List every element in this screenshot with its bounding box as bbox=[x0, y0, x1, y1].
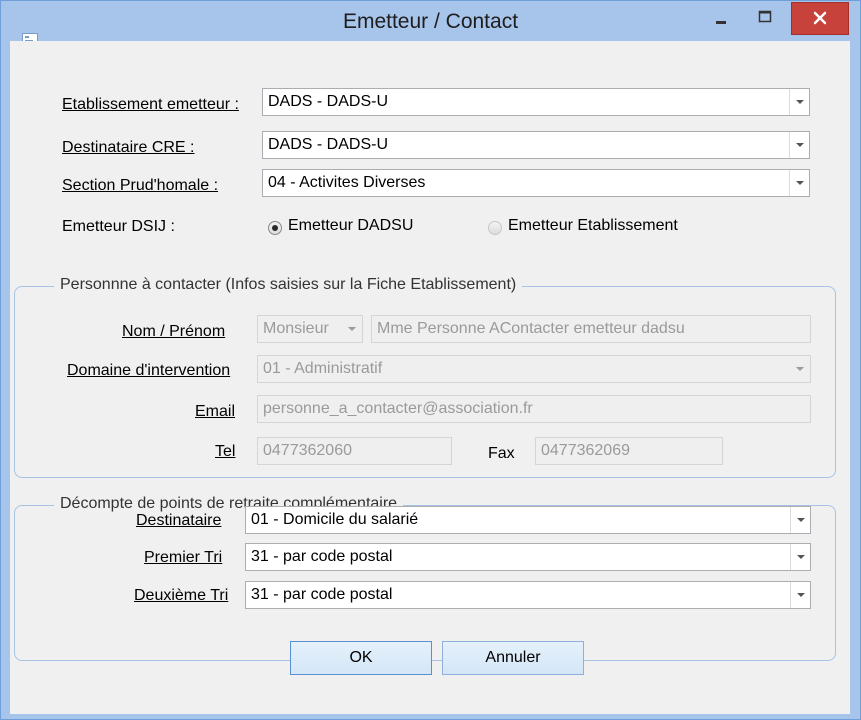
chevron-down-icon[interactable] bbox=[789, 170, 809, 196]
name-value: Mme Personne AContacter emetteur dadsu bbox=[377, 320, 685, 337]
deuxieme-tri-value: 31 - par code postal bbox=[251, 586, 393, 603]
deuxieme-tri-label: Deuxième Tri bbox=[134, 587, 229, 604]
radio-emetteur-dadsu[interactable] bbox=[268, 221, 282, 235]
chevron-down-icon[interactable] bbox=[789, 89, 809, 115]
maximize-icon[interactable] bbox=[751, 7, 779, 31]
email-input[interactable]: personne_a_contacter@association.fr bbox=[257, 395, 811, 423]
email-label: Email bbox=[195, 403, 236, 420]
deuxieme-tri-combo[interactable]: 31 - par code postal bbox=[245, 581, 811, 609]
section-label: Section Prud'homale : bbox=[62, 177, 219, 194]
radio-emetteur-dadsu-label[interactable]: Emetteur DADSU bbox=[288, 217, 413, 235]
destinataire-cre-value: DADS - DADS-U bbox=[268, 136, 389, 153]
etablissement-label: Etablissement emetteur : bbox=[62, 96, 239, 113]
destinataire-combo[interactable]: 01 - Domicile du salarié bbox=[245, 506, 811, 534]
minimize-icon[interactable] bbox=[707, 7, 735, 31]
domaine-combo[interactable]: 01 - Administratif bbox=[257, 355, 811, 383]
destinataire-value: 01 - Domicile du salarié bbox=[251, 511, 419, 528]
chevron-down-icon[interactable] bbox=[790, 356, 810, 382]
destinataire-label: Destinataire bbox=[136, 512, 222, 529]
fax-value: 0477362069 bbox=[541, 442, 630, 459]
tel-input[interactable]: 0477362060 bbox=[257, 437, 452, 465]
destinataire-cre-combo[interactable]: DADS - DADS-U bbox=[262, 131, 810, 159]
tel-value: 0477362060 bbox=[263, 442, 352, 459]
emetteur-dsij-label: Emetteur DSIJ : bbox=[62, 218, 175, 235]
radio-emetteur-etablissement[interactable] bbox=[488, 221, 502, 235]
domaine-label: Domaine d'intervention bbox=[67, 362, 231, 379]
fax-label: Fax bbox=[488, 445, 515, 462]
etablissement-value: DADS - DADS-U bbox=[268, 93, 389, 110]
dialog-client-area: Etablissement emetteur : DADS - DADS-U D… bbox=[10, 41, 850, 714]
chevron-down-icon[interactable] bbox=[790, 507, 810, 533]
civility-combo[interactable]: Monsieur bbox=[257, 315, 363, 343]
chevron-down-icon[interactable] bbox=[790, 582, 810, 608]
close-button[interactable] bbox=[791, 2, 849, 35]
fax-input[interactable]: 0477362069 bbox=[535, 437, 723, 465]
domaine-value: 01 - Administratif bbox=[263, 360, 383, 377]
radio-emetteur-etablissement-label[interactable]: Emetteur Etablissement bbox=[508, 217, 678, 235]
destinataire-cre-label: Destinataire CRE : bbox=[62, 139, 195, 156]
etablissement-combo[interactable]: DADS - DADS-U bbox=[262, 88, 810, 116]
tel-label: Tel bbox=[215, 443, 236, 460]
email-value: personne_a_contacter@association.fr bbox=[263, 400, 533, 417]
civility-value: Monsieur bbox=[263, 320, 329, 337]
premier-tri-combo[interactable]: 31 - par code postal bbox=[245, 543, 811, 571]
nom-prenom-label: Nom / Prénom bbox=[122, 323, 226, 340]
chevron-down-icon[interactable] bbox=[790, 544, 810, 570]
name-input[interactable]: Mme Personne AContacter emetteur dadsu bbox=[371, 315, 811, 343]
ok-button[interactable]: OK bbox=[290, 641, 432, 675]
contact-group-title: Personnne à contacter (Infos saisies sur… bbox=[54, 276, 523, 294]
close-icon bbox=[813, 11, 827, 25]
premier-tri-label: Premier Tri bbox=[144, 549, 223, 566]
section-value: 04 - Activites Diverses bbox=[268, 174, 426, 191]
cancel-button[interactable]: Annuler bbox=[442, 641, 584, 675]
dialog-window: Emetteur / Contact Etablissement emetteu… bbox=[0, 0, 861, 720]
premier-tri-value: 31 - par code postal bbox=[251, 548, 393, 565]
chevron-down-icon[interactable] bbox=[342, 316, 362, 342]
chevron-down-icon[interactable] bbox=[789, 132, 809, 158]
section-combo[interactable]: 04 - Activites Diverses bbox=[262, 169, 810, 197]
title-bar[interactable]: Emetteur / Contact bbox=[1, 1, 860, 45]
